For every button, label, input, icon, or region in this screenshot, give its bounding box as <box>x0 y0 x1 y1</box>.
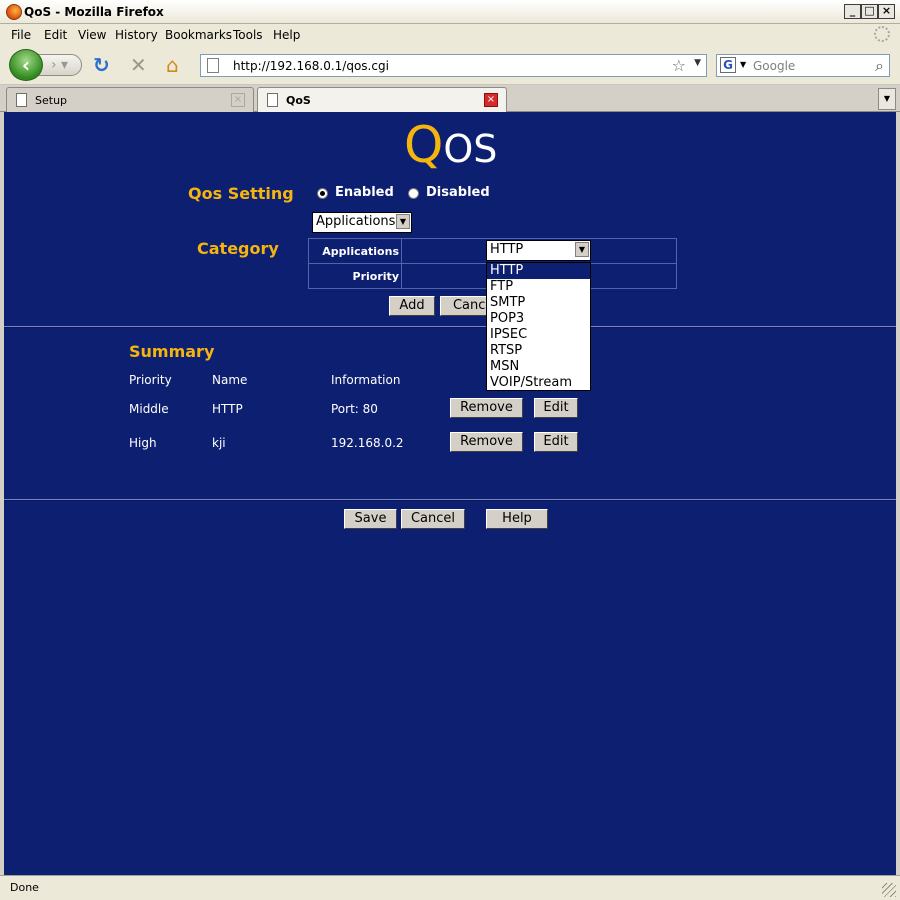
close-window-button[interactable]: × <box>878 4 895 19</box>
menu-history[interactable]: History <box>115 28 158 42</box>
bookmark-star-icon[interactable]: ☆ <box>672 56 686 75</box>
menu-bookmarks[interactable]: Bookmarks <box>165 28 232 42</box>
status-bar: Done <box>0 875 900 900</box>
tab-qos[interactable]: QoS × <box>257 87 507 113</box>
minimize-button[interactable]: _ <box>844 4 861 19</box>
page-icon <box>16 93 27 107</box>
menu-bar: File Edit View History Bookmarks Tools H… <box>0 24 900 45</box>
forward-button[interactable]: › ▾ <box>38 54 82 76</box>
enabled-radio[interactable] <box>317 188 328 199</box>
page-icon <box>207 58 219 73</box>
cancel-button[interactable]: Cancel <box>401 509 465 529</box>
dropdown-option-voip-stream[interactable]: VOIP/Stream <box>487 375 590 391</box>
dropdown-option-pop3[interactable]: POP3 <box>487 311 590 327</box>
row-name: HTTP <box>212 402 243 416</box>
tab-label: Setup <box>35 94 68 107</box>
priority-label: Priority <box>352 270 399 283</box>
edit-button[interactable]: Edit <box>534 432 578 452</box>
row-priority: Middle <box>129 402 169 416</box>
page-icon <box>267 93 278 107</box>
summary-label: Summary <box>129 342 215 361</box>
throbber-icon <box>874 26 890 42</box>
dropdown-option-smtp[interactable]: SMTP <box>487 295 590 311</box>
menu-view[interactable]: View <box>78 28 106 42</box>
tab-list-button[interactable]: ▼ <box>878 88 896 110</box>
dropdown-option-http[interactable]: HTTP <box>487 263 590 279</box>
row-info: Port: 80 <box>331 402 378 416</box>
table-divider <box>401 239 402 288</box>
disabled-label: Disabled <box>426 185 490 200</box>
column-header-name: Name <box>212 373 248 387</box>
dropdown-option-ipsec[interactable]: IPSEC <box>487 327 590 343</box>
status-text: Done <box>10 881 39 894</box>
menu-tools[interactable]: Tools <box>233 28 263 42</box>
category-select-value: Applications <box>316 214 396 229</box>
navigation-toolbar: › ▾ ‹ ↻ ✕ ⌂ http://192.168.0.1/qos.cgi ☆… <box>0 45 900 85</box>
tab-setup[interactable]: Setup × <box>6 87 254 112</box>
disabled-radio[interactable] <box>408 188 419 199</box>
edit-button[interactable]: Edit <box>534 398 578 418</box>
row-priority: High <box>129 436 157 450</box>
stop-icon[interactable]: ✕ <box>130 55 147 75</box>
dropdown-option-msn[interactable]: MSN <box>487 359 590 375</box>
title-q: Q <box>404 116 444 174</box>
close-tab-icon[interactable]: × <box>231 93 245 107</box>
column-header-information: Information <box>331 373 401 387</box>
application-dropdown-list: HTTP FTP SMTP POP3 IPSEC RTSP MSN VOIP/S… <box>486 262 591 391</box>
save-button[interactable]: Save <box>344 509 397 529</box>
google-icon[interactable]: G <box>720 57 736 73</box>
chevron-down-icon: ▼ <box>575 242 589 257</box>
category-label: Category <box>197 239 279 258</box>
row-info: 192.168.0.2 <box>331 436 404 450</box>
back-button[interactable]: ‹ <box>9 49 43 81</box>
menu-help[interactable]: Help <box>273 28 300 42</box>
search-engine-dropdown-icon[interactable]: ▼ <box>740 60 746 69</box>
remove-button[interactable]: Remove <box>450 432 523 452</box>
divider <box>4 326 896 328</box>
firefox-icon <box>6 4 22 20</box>
home-icon[interactable]: ⌂ <box>166 55 179 75</box>
reload-icon[interactable]: ↻ <box>93 55 110 75</box>
title-rest: OS <box>443 127 498 171</box>
maximize-button[interactable]: □ <box>861 4 878 19</box>
resize-grip-icon[interactable] <box>882 883 896 897</box>
remove-button[interactable]: Remove <box>450 398 523 418</box>
search-bar[interactable]: G ▼ Google ⌕ <box>716 54 890 77</box>
add-button[interactable]: Add <box>389 296 435 316</box>
menu-file[interactable]: File <box>11 28 31 42</box>
url-text[interactable]: http://192.168.0.1/qos.cgi <box>233 59 389 73</box>
help-button[interactable]: Help <box>486 509 548 529</box>
qos-setting-label: Qos Setting <box>188 184 294 203</box>
chevron-down-icon: ▼ <box>396 214 410 229</box>
page-title: QOS <box>404 116 497 174</box>
tab-bar: Setup × QoS × ▼ <box>0 85 900 113</box>
menu-edit[interactable]: Edit <box>44 28 67 42</box>
search-input[interactable]: Google <box>753 59 795 73</box>
dropdown-option-rtsp[interactable]: RTSP <box>487 343 590 359</box>
applications-label: Applications <box>322 245 399 258</box>
category-select[interactable]: Applications ▼ <box>312 212 412 233</box>
row-name: kji <box>212 436 226 450</box>
close-tab-icon[interactable]: × <box>484 93 498 107</box>
window-title-bar: QoS - Mozilla Firefox _ □ × <box>0 0 900 24</box>
window-title: QoS - Mozilla Firefox <box>24 5 164 19</box>
url-dropdown-icon[interactable]: ▼ <box>694 58 701 68</box>
application-select-value: HTTP <box>490 242 524 257</box>
page-content: QOS Qos Setting Enabled Disabled Applica… <box>4 112 896 875</box>
tab-label: QoS <box>286 94 311 107</box>
column-header-priority: Priority <box>129 373 172 387</box>
url-bar[interactable]: http://192.168.0.1/qos.cgi ☆ ▼ <box>200 54 707 77</box>
dropdown-option-ftp[interactable]: FTP <box>487 279 590 295</box>
divider <box>4 499 896 501</box>
application-select[interactable]: HTTP ▼ <box>486 240 591 261</box>
enabled-label: Enabled <box>335 185 394 200</box>
search-icon[interactable]: ⌕ <box>875 56 884 76</box>
